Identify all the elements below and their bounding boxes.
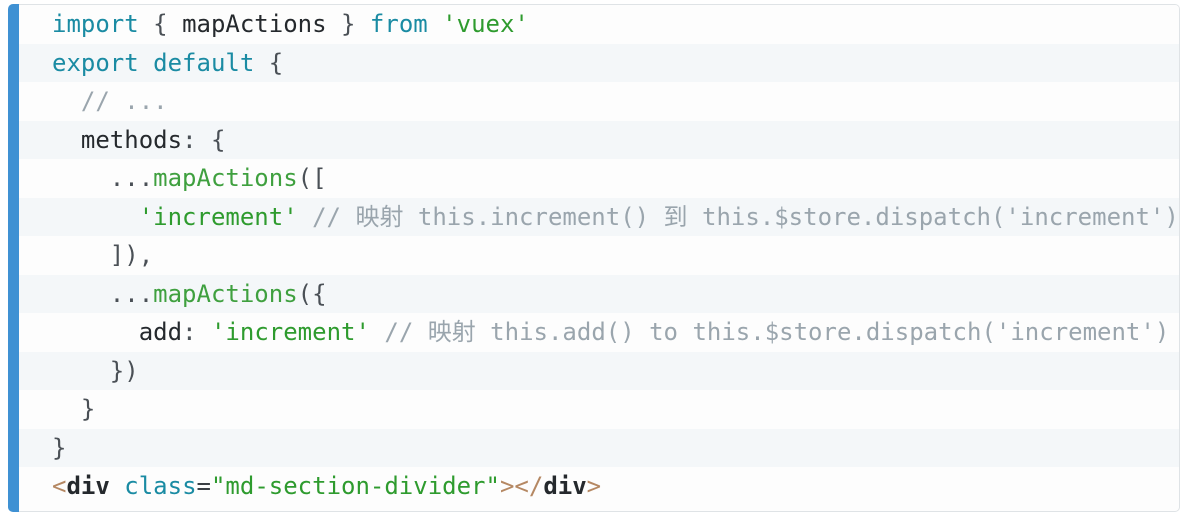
code-token-tagname: div — [543, 472, 587, 500]
code-block-accent-bar — [8, 4, 19, 512]
code-token-punct: } — [80, 395, 96, 423]
code-block: import { mapActions } from 'vuex' export … — [8, 4, 1180, 512]
code-line: // ... — [8, 82, 1179, 121]
code-token-func: mapActions — [153, 164, 298, 192]
code-token-tagbr: </ — [514, 472, 544, 500]
code-token-comment: // 映射 this.increment() 到 this.$store.dis… — [312, 202, 1179, 231]
code-token-keyword: import — [52, 10, 139, 38]
code-token-tagbr: < — [52, 472, 67, 500]
code-token-prop: add — [138, 318, 183, 346]
code-token-string: "md-section-divider" — [210, 472, 500, 500]
code-token-eq: = — [196, 472, 211, 500]
code-line: add: 'increment' // 映射 this.add() to thi… — [8, 313, 1179, 352]
code-line: ...mapActions([ — [8, 159, 1179, 198]
code-token-punct: ... — [109, 164, 154, 192]
code-line: methods: { — [8, 120, 1179, 159]
code-line: } — [8, 428, 1179, 467]
code-token-tagbr: > — [586, 472, 602, 500]
code-token-prop: methods — [80, 125, 183, 154]
code-token-attr: class — [124, 472, 197, 500]
code-token-punct: ... — [109, 279, 154, 308]
code-token-string: 'increment' — [138, 202, 298, 231]
code-token-comment: // 映射 this.add() to this.$store.dispatch… — [384, 318, 1170, 346]
code-token-punct: { — [210, 125, 226, 154]
code-token-punct: } — [52, 433, 67, 462]
code-token-punct: ]), — [109, 241, 154, 269]
code-token-string: 'vuex' — [442, 10, 529, 38]
code-token-keyword: default — [153, 48, 255, 77]
code-line: 'increment' // 映射 this.increment() 到 thi… — [8, 197, 1179, 236]
code-line: <div class="md-section-divider"></div> — [8, 467, 1179, 506]
code-token-punct: : — [182, 318, 197, 346]
code-token-string: 'increment' — [210, 318, 370, 346]
code-token-tagname: div — [66, 472, 110, 500]
code-token-punct: { — [268, 48, 284, 77]
code-token-punct: ([ — [297, 164, 327, 192]
code-line: }) — [8, 351, 1179, 390]
code-line: } — [8, 390, 1179, 429]
code-token-comment: // ... — [80, 87, 168, 115]
code-token-func: mapActions — [153, 279, 298, 308]
code-token-punct: ({ — [297, 279, 327, 308]
code-token-keyword: from — [369, 10, 428, 38]
code-token-prop: mapActions — [182, 10, 327, 38]
code-line: ...mapActions({ — [8, 274, 1179, 313]
code-token-tagbr: > — [499, 472, 515, 500]
code-line: import { mapActions } from 'vuex' — [8, 5, 1179, 44]
code-token-keyword: export — [52, 48, 139, 77]
code-token-punct: } — [341, 10, 356, 38]
code-line: ]), — [8, 236, 1179, 275]
code-lines-container: import { mapActions } from 'vuex' export … — [8, 5, 1179, 506]
code-token-punct: : — [182, 125, 197, 154]
code-scroll-area[interactable]: import { mapActions } from 'vuex' export … — [8, 5, 1179, 511]
code-token-punct: { — [153, 10, 168, 38]
code-line: export default { — [8, 43, 1179, 82]
code-token-punct: }) — [109, 356, 139, 385]
